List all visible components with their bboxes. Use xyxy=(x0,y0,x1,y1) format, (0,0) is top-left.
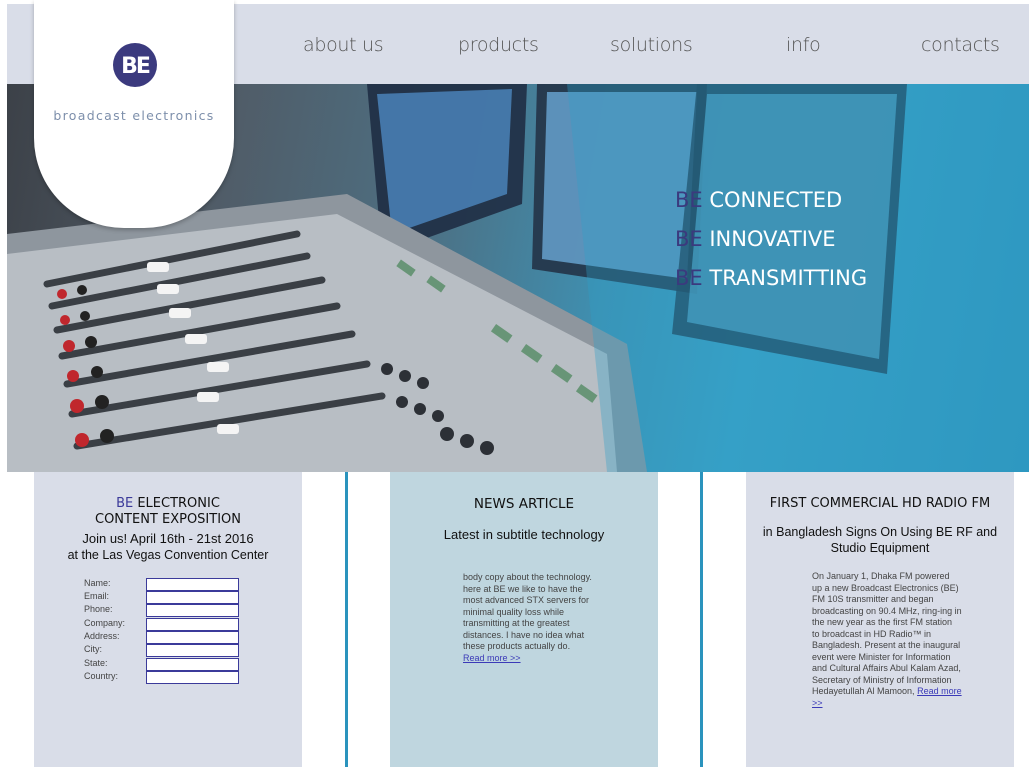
phone-field[interactable] xyxy=(146,604,239,617)
radio-body: On January 1, Dhaka FM powered up a new … xyxy=(812,571,962,708)
news-body: body copy about the technology. here at … xyxy=(463,572,592,663)
column-divider xyxy=(700,472,703,767)
form-row-email: Email: xyxy=(84,591,274,604)
expo-location: at the Las Vegas Convention Center xyxy=(67,548,269,562)
logo-mark-text: BE xyxy=(121,54,150,79)
nav-about-us[interactable]: about us xyxy=(303,34,384,56)
email-field[interactable] xyxy=(146,591,239,604)
logo-text: broadcast electronics xyxy=(53,108,215,123)
news-read-more-link[interactable]: Read more >> xyxy=(463,653,521,663)
form-row-name: Name: xyxy=(84,578,274,591)
tagline-innovative: BE INNOVATIVE xyxy=(675,227,836,251)
nav-contacts[interactable]: contacts xyxy=(921,34,1000,56)
radio-subtitle: in Bangladesh Signs On Using BE RF and S… xyxy=(762,525,998,555)
form-row-company: Company: xyxy=(84,618,274,631)
city-field[interactable] xyxy=(146,644,239,657)
nav-info[interactable]: info xyxy=(786,34,821,56)
state-field[interactable] xyxy=(146,658,239,671)
form-row-country: Country: xyxy=(84,671,274,684)
expo-title: BE ELECTRONIC CONTENT EXPOSITION xyxy=(95,496,241,527)
be-logo-icon: BE xyxy=(113,43,157,87)
form-row-phone: Phone: xyxy=(84,604,274,617)
nav-products[interactable]: products xyxy=(458,34,539,56)
form-row-state: State: xyxy=(84,658,274,671)
expo-dates: Join us! April 16th - 21st 2016 xyxy=(82,531,254,546)
country-field[interactable] xyxy=(146,671,239,684)
company-field[interactable] xyxy=(146,618,239,631)
form-row-address: Address: xyxy=(84,631,274,644)
form-row-city: City: xyxy=(84,644,274,657)
address-field[interactable] xyxy=(146,631,239,644)
tagline-connected: BE CONNECTED xyxy=(675,188,843,212)
news-title: NEWS ARTICLE xyxy=(473,496,575,512)
news-subtitle: Latest in subtitle technology xyxy=(443,527,605,542)
nav-solutions[interactable]: solutions xyxy=(610,34,693,56)
name-field[interactable] xyxy=(146,578,239,591)
news-panel: NEWS ARTICLE Latest in subtitle technolo… xyxy=(390,472,658,767)
radio-title: FIRST COMMERCIAL HD RADIO FM xyxy=(769,496,991,511)
logo-tab[interactable]: BE broadcast electronics xyxy=(34,0,234,228)
radio-panel: FIRST COMMERCIAL HD RADIO FM in Banglade… xyxy=(746,472,1014,767)
expo-panel: BE ELECTRONIC CONTENT EXPOSITION Join us… xyxy=(34,472,302,767)
column-divider xyxy=(345,472,348,767)
tagline-transmitting: BE TRANSMITTING xyxy=(675,266,868,290)
